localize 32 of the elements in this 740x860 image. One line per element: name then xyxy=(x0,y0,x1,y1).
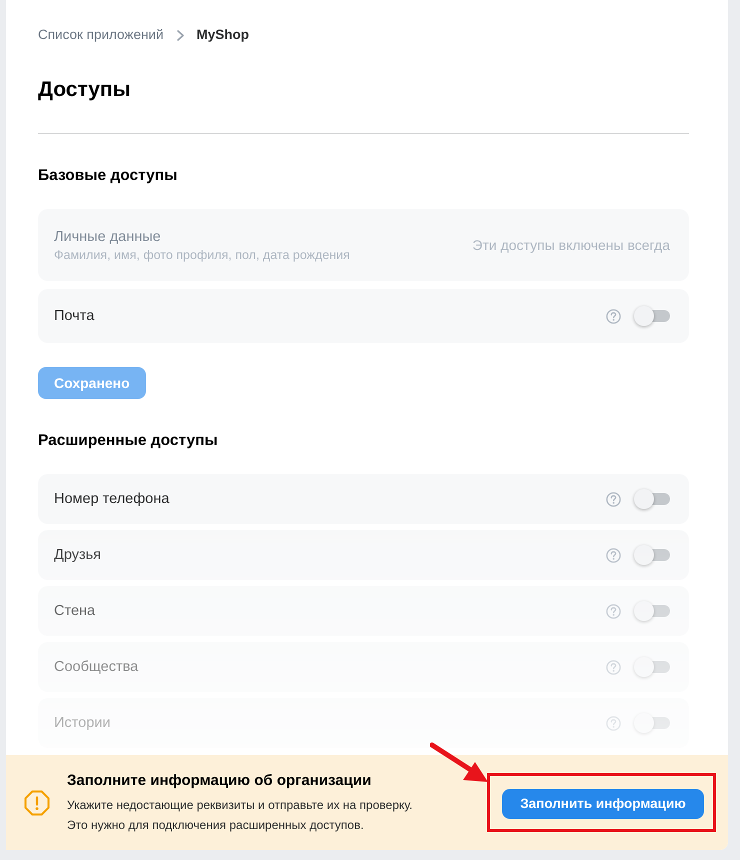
always-enabled-note: Эти доступы включены всегда xyxy=(472,236,670,255)
banner-description: Это нужно для подключения расширенных доступов. xyxy=(67,816,364,834)
toggle-switch[interactable] xyxy=(634,488,670,510)
access-label: Истории xyxy=(54,714,110,733)
toggle-switch[interactable] xyxy=(634,712,670,734)
toggle-switch[interactable] xyxy=(634,600,670,622)
access-description: Фамилия, имя, фото профиля, пол, дата рождения xyxy=(54,246,350,264)
access-label: Личные данные xyxy=(54,228,162,246)
warning-icon xyxy=(24,790,50,816)
access-label: Номер телефона xyxy=(54,490,170,509)
access-label: Друзья xyxy=(54,546,102,565)
fill-info-button[interactable]: Заполнить информацию xyxy=(502,789,704,819)
banner-description: Укажите недостающие реквизиты и отправьте их на проверку. xyxy=(67,796,413,814)
access-label: Стена xyxy=(54,602,96,621)
breadcrumb-current: MyShop xyxy=(196,26,249,44)
banner-title: Заполните информацию об организации xyxy=(67,770,372,790)
toggle-switch[interactable] xyxy=(634,305,670,327)
section-heading: Расширенные доступы xyxy=(38,431,218,451)
help-icon xyxy=(606,492,621,506)
section-heading: Базовые доступы xyxy=(38,166,178,186)
chevron-right-icon xyxy=(176,30,184,40)
toggle-switch[interactable] xyxy=(634,544,670,566)
help-icon xyxy=(606,660,621,674)
toggle-switch[interactable] xyxy=(634,656,670,678)
access-label: Почта xyxy=(54,307,94,326)
help-icon xyxy=(606,716,621,730)
help-icon xyxy=(606,308,621,324)
page-title: Доступы xyxy=(38,77,131,103)
access-label: Сообщества xyxy=(54,658,138,677)
help-icon xyxy=(606,548,621,562)
breadcrumb-link[interactable]: Список приложений xyxy=(38,25,164,45)
help-icon xyxy=(606,604,621,618)
